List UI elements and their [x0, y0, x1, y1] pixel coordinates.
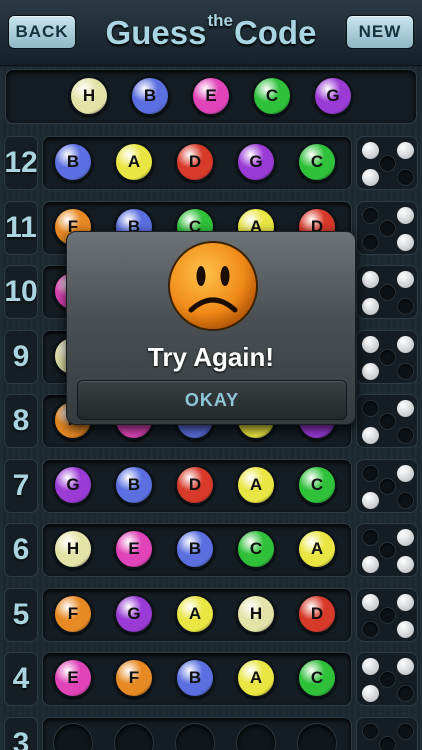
dialog-title: Try Again!: [147, 342, 275, 372]
result-dialog: Try Again! OKAY: [66, 231, 356, 425]
result-overlay: Try Again! OKAY: [0, 0, 422, 750]
sad-face-icon: [168, 241, 258, 331]
okay-button[interactable]: OKAY: [77, 380, 347, 420]
